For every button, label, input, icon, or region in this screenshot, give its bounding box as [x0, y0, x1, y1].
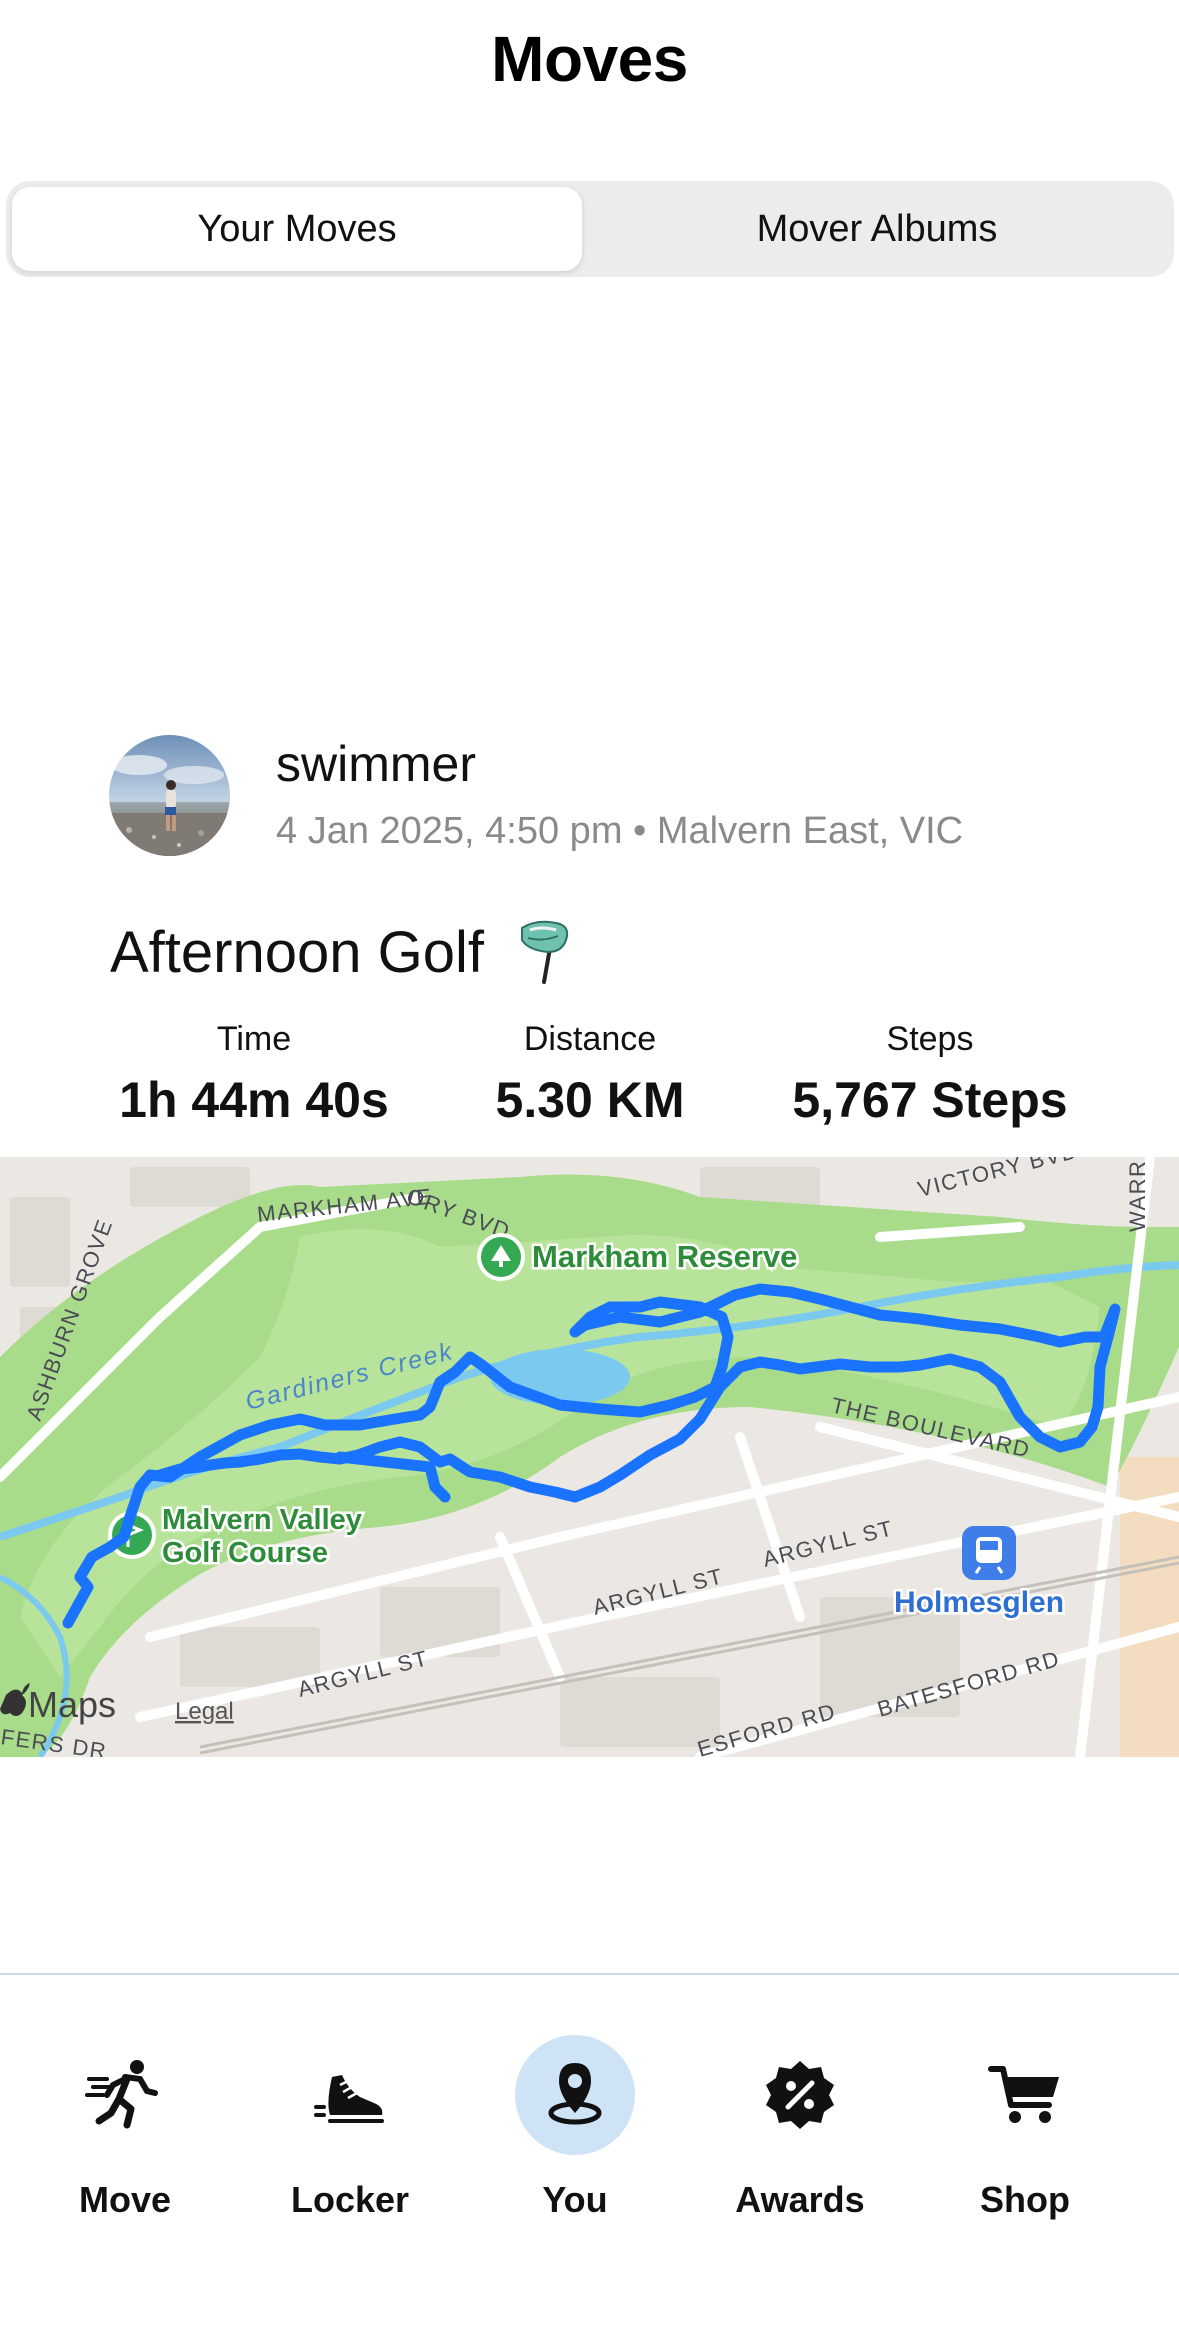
shoe-icon [290, 2035, 410, 2155]
stat-distance: Distance 5.30 KM [440, 1020, 740, 1129]
stat-label: Time [216, 1020, 292, 1058]
location-pin-icon [515, 2035, 635, 2155]
tab-label: Move [78, 2179, 172, 2220]
username[interactable]: swimmer [276, 735, 476, 793]
activity-title-text: Afternoon Golf [110, 919, 484, 985]
shopping-cart-icon [965, 2035, 1085, 2155]
stat-value: 1h 44m 40s [119, 1072, 389, 1128]
stat-value: 5.30 KM [495, 1072, 685, 1128]
train-station-icon [962, 1526, 1016, 1580]
stat-value: 5,767 Steps [792, 1072, 1068, 1128]
golf-club-icon [514, 918, 574, 986]
tab-label: Shop [980, 2179, 1070, 2220]
stat-time: Time 1h 44m 40s [104, 1020, 404, 1129]
tab-label: Locker [290, 2179, 410, 2220]
maps-brand-text: Maps [28, 1684, 116, 1725]
tab-move[interactable]: Move [15, 2035, 235, 2221]
stat-label: Distance [523, 1020, 657, 1058]
avatar[interactable] [109, 735, 230, 856]
poi-label: Golf Course [162, 1537, 328, 1569]
post-meta: 4 Jan 2025, 4:50 pm • Malvern East, VIC [276, 810, 964, 852]
tab-label: You [542, 2179, 608, 2220]
tab-locker[interactable]: Locker [240, 2035, 460, 2221]
tab-bar: Move Locker You Awards Shop [0, 1973, 1179, 2350]
poi-label: Markham Reserve [532, 1239, 797, 1274]
percent-badge-icon [740, 2035, 860, 2155]
stat-steps: Steps 5,767 Steps [760, 1020, 1100, 1129]
tab-awards[interactable]: Awards [690, 2035, 910, 2221]
tab-your-moves[interactable]: Your Moves [12, 187, 582, 271]
park-pin-icon [477, 1233, 525, 1281]
street-label: WARR [1125, 1160, 1150, 1232]
tab-shop[interactable]: Shop [915, 2035, 1135, 2221]
segmented-control: Your Moves Mover Albums [6, 181, 1174, 277]
running-person-icon [65, 2035, 185, 2155]
tab-mover-albums[interactable]: Mover Albums [592, 187, 1162, 271]
tab-label: Awards [735, 2179, 865, 2220]
poi-label: Malvern Valley [162, 1504, 362, 1536]
poi-label: Holmesglen [894, 1586, 1064, 1619]
activity-title: Afternoon Golf [110, 918, 574, 986]
stat-label: Steps [886, 1020, 974, 1058]
route-map[interactable]: MARKHAM AVE ORY BVD VICTORY BVD ASHBURN … [0, 1157, 1179, 1757]
page-title: Moves [491, 23, 688, 95]
tab-you[interactable]: You [465, 2035, 685, 2221]
legal-link[interactable]: Legal [175, 1698, 234, 1725]
